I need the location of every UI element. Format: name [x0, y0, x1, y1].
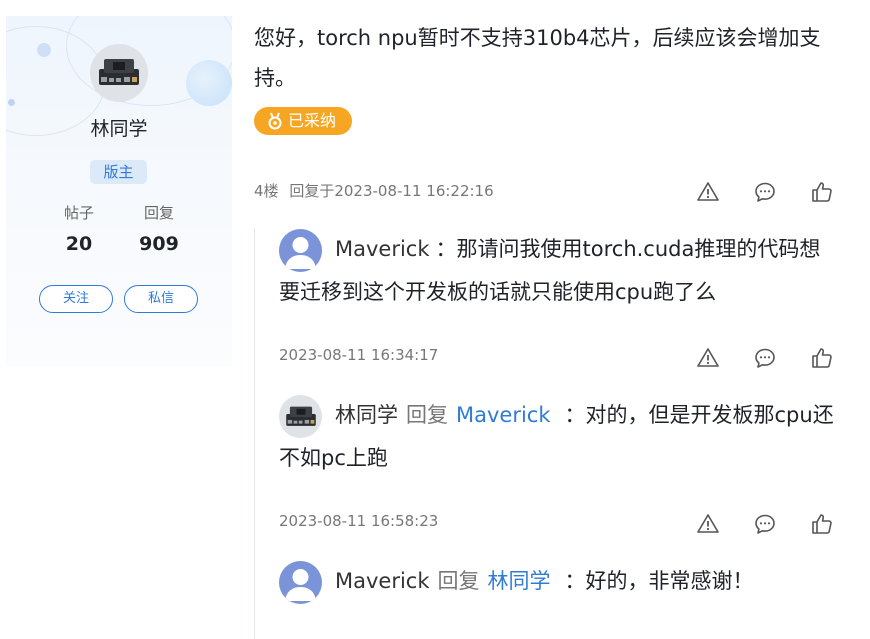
user-avatar[interactable] — [90, 44, 148, 102]
report-icon[interactable] — [696, 180, 720, 204]
post-actions — [693, 180, 843, 204]
user-name[interactable]: 林同学 — [6, 114, 232, 141]
decor-dot — [37, 43, 51, 57]
reply-colon: ： — [564, 403, 586, 427]
medal-icon — [268, 112, 282, 130]
reply-colon: ： — [435, 237, 457, 261]
reply-word: 回复 — [437, 569, 480, 593]
stat-value: 20 — [65, 233, 93, 255]
reply-item: Maverick ：那请问我使用torch.cuda推理的代码想要迁移到这个开发板… — [279, 228, 839, 314]
report-icon[interactable] — [696, 512, 720, 536]
stat-posts[interactable]: 帖子 20 — [39, 202, 119, 255]
stat-value: 909 — [139, 233, 179, 255]
comment-icon[interactable] — [753, 346, 777, 370]
like-icon[interactable] — [810, 512, 834, 536]
stat-label: 回复 — [143, 204, 174, 222]
reply-actions — [693, 512, 843, 536]
reply-time: 2023-08-11 16:34:17 — [279, 346, 439, 364]
comment-icon[interactable] — [753, 180, 777, 204]
comment-icon[interactable] — [753, 512, 777, 536]
reply-thread-line — [254, 228, 255, 639]
stat-label: 帖子 — [63, 204, 94, 222]
reply-mention[interactable]: 林同学 — [488, 569, 551, 593]
report-icon[interactable] — [696, 346, 720, 370]
reply-content: 好的，非常感谢！ — [585, 569, 754, 593]
decor-dot — [186, 60, 232, 106]
reply-time: 2023-08-11 16:58:23 — [279, 512, 439, 530]
follow-button[interactable]: 关注 — [39, 285, 113, 313]
reply-item: Maverick 回复 林同学 ：好的，非常感谢！ — [279, 560, 839, 603]
like-icon[interactable] — [810, 180, 834, 204]
reply-actions — [693, 346, 843, 370]
like-icon[interactable] — [810, 346, 834, 370]
message-button[interactable]: 私信 — [124, 285, 198, 313]
reply-colon: ： — [564, 569, 586, 593]
reply-time: 回复于2023-08-11 16:22:16 — [289, 182, 494, 200]
stat-replies[interactable]: 回复 909 — [119, 202, 199, 255]
reply-word: 回复 — [406, 403, 448, 427]
reply-item: 林同学 回复 Maverick ：对的，但是开发板那cpu还不如pc上跑 — [279, 394, 839, 480]
reply-author[interactable]: Maverick — [335, 569, 430, 593]
adopted-badge: 已采纳 — [254, 107, 352, 135]
dev-board-icon — [99, 59, 139, 85]
reply-author[interactable]: 林同学 — [335, 403, 398, 427]
role-badge: 版主 — [90, 160, 147, 184]
post-content: 您好，torch npu暂时不支持310b4芯片，后续应该会增加支持。 — [254, 26, 821, 90]
adopted-label: 已采纳 — [288, 111, 337, 130]
user-card: 林同学 版主 帖子 20 回复 909 关注 私信 — [6, 16, 232, 366]
reply-author[interactable]: Maverick — [335, 237, 430, 261]
floor-number: 4楼 — [254, 182, 279, 200]
decor-dot — [8, 99, 15, 106]
reply-mention[interactable]: Maverick — [456, 403, 551, 427]
post-meta: 4楼 回复于2023-08-11 16:22:16 — [254, 180, 494, 201]
